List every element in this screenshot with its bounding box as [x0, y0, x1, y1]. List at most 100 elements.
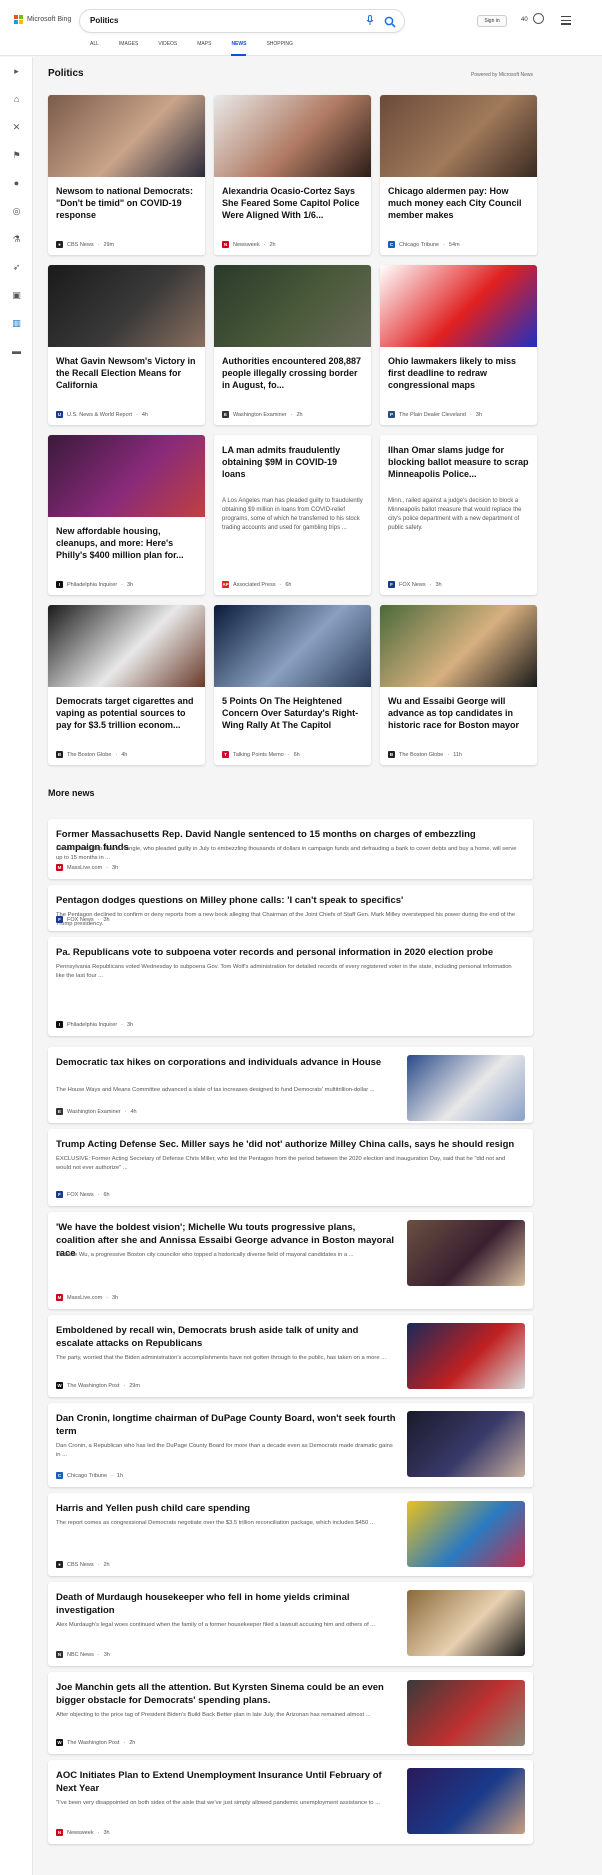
home-icon[interactable]: ⌂ [11, 94, 22, 105]
source-row[interactable]: F FOX News · 6h [56, 1191, 110, 1198]
news-card-title[interactable]: Ilhan Omar slams judge for blocking ball… [388, 444, 529, 480]
news-card[interactable]: Democrats target cigarettes and vaping a… [48, 605, 205, 765]
more-news-item[interactable]: Death of Murdaugh housekeeper who fell i… [48, 1582, 533, 1666]
source-name[interactable]: Newsweek [233, 242, 260, 248]
more-news-thumbnail[interactable] [407, 1323, 525, 1389]
source-name[interactable]: Associated Press [233, 582, 276, 588]
news-card[interactable]: New affordable housing, cleanups, and mo… [48, 435, 205, 595]
news-card[interactable]: Ilhan Omar slams judge for blocking ball… [380, 435, 537, 595]
more-news-title[interactable]: Emboldened by recall win, Democrats brus… [56, 1324, 396, 1350]
flag-icon[interactable]: ⚑ [11, 150, 22, 161]
source-row[interactable]: U U.S. News & World Report · 4h [56, 411, 148, 418]
more-news-thumbnail[interactable] [407, 1055, 525, 1121]
more-news-item[interactable]: Emboldened by recall win, Democrats brus… [48, 1315, 533, 1397]
source-row[interactable]: W The Washington Post · 29m [56, 1382, 140, 1389]
news-card-image[interactable] [380, 95, 537, 177]
more-news-title[interactable]: Democratic tax hikes on corporations and… [56, 1056, 396, 1069]
news-card[interactable]: Ohio lawmakers likely to miss first dead… [380, 265, 537, 425]
source-row[interactable]: B The Boston Globe · 4h [56, 751, 127, 758]
source-name[interactable]: MassLive.com [67, 1295, 102, 1301]
more-news-item[interactable]: Trump Acting Defense Sec. Miller says he… [48, 1129, 533, 1206]
news-card-image[interactable] [48, 265, 205, 347]
more-news-item[interactable]: Joe Manchin gets all the attention. But … [48, 1672, 533, 1754]
news-card-title[interactable]: Newsom to national Democrats: "Don't be … [56, 185, 197, 221]
source-row[interactable]: I Philadelphia Inquirer · 3h [56, 581, 133, 588]
source-row[interactable]: B The Boston Globe · 11h [388, 751, 462, 758]
more-news-title[interactable]: Joe Manchin gets all the attention. But … [56, 1681, 396, 1707]
news-card-title[interactable]: What Gavin Newsom's Victory in the Recal… [56, 355, 197, 391]
tab-images[interactable]: IMAGES [119, 41, 138, 56]
source-name[interactable]: Newsweek [67, 1830, 94, 1836]
globe-icon[interactable]: ◎ [11, 206, 22, 217]
news-card-image[interactable] [48, 435, 205, 517]
source-row[interactable]: AP Associated Press · 6h [222, 581, 291, 588]
media-icon[interactable]: ▣ [11, 290, 22, 301]
news-card-image[interactable] [214, 605, 371, 687]
more-news-item[interactable]: Former Massachusetts Rep. David Nangle s… [48, 819, 533, 879]
source-name[interactable]: The Boston Globe [399, 752, 443, 758]
more-news-title[interactable]: Trump Acting Defense Sec. Miller says he… [56, 1138, 521, 1151]
news-card[interactable]: Authorities encountered 208,887 people i… [214, 265, 371, 425]
source-row[interactable]: E Washington Examiner · 4h [56, 1108, 137, 1115]
source-row[interactable]: P The Plain Dealer Cleveland · 3h [388, 411, 482, 418]
news-card-title[interactable]: Authorities encountered 208,887 people i… [222, 355, 363, 391]
source-name[interactable]: Philadelphia Inquirer [67, 582, 117, 588]
news-card-title[interactable]: Chicago aldermen pay: How much money eac… [388, 185, 529, 221]
news-card-image[interactable] [380, 605, 537, 687]
source-name[interactable]: CBS News [67, 242, 94, 248]
expand-icon[interactable]: ▸ [11, 66, 22, 77]
more-news-thumbnail[interactable] [407, 1680, 525, 1746]
science-icon[interactable]: ⚗ [11, 234, 22, 245]
source-name[interactable]: NBC News [67, 1652, 94, 1658]
search-input[interactable]: Politics [90, 16, 118, 25]
source-row[interactable]: M MassLive.com · 3h [56, 1294, 118, 1301]
source-name[interactable]: Chicago Tribune [67, 1473, 107, 1479]
source-row[interactable]: F FOX News · 3h [388, 581, 442, 588]
source-name[interactable]: MassLive.com [67, 865, 102, 871]
card-icon[interactable]: ▬ [11, 346, 22, 357]
source-name[interactable]: FOX News [399, 582, 426, 588]
news-card-title[interactable]: New affordable housing, cleanups, and mo… [56, 525, 197, 561]
news-card-title[interactable]: 5 Points On The Heightened Concern Over … [222, 695, 363, 731]
more-news-item[interactable]: Dan Cronin, longtime chairman of DuPage … [48, 1403, 533, 1487]
news-card-image[interactable] [380, 265, 537, 347]
location-icon[interactable]: ● [11, 178, 22, 189]
sign-in-button[interactable]: Sign in [477, 15, 507, 27]
news-card-image[interactable] [48, 605, 205, 687]
more-news-thumbnail[interactable] [407, 1590, 525, 1656]
news-card[interactable]: LA man admits fraudulently obtaining $9M… [214, 435, 371, 595]
search-box[interactable]: Politics [80, 10, 404, 32]
news-card[interactable]: 5 Points On The Heightened Concern Over … [214, 605, 371, 765]
source-name[interactable]: The Washington Post [67, 1740, 119, 1746]
source-name[interactable]: U.S. News & World Report [67, 412, 132, 418]
source-row[interactable]: E Washington Examiner · 2h [222, 411, 303, 418]
source-row[interactable]: N NBC News · 3h [56, 1651, 110, 1658]
more-news-title[interactable]: AOC Initiates Plan to Extend Unemploymen… [56, 1769, 396, 1795]
news-card-image[interactable] [48, 95, 205, 177]
news-card-title[interactable]: Democrats target cigarettes and vaping a… [56, 695, 197, 731]
tab-all[interactable]: ALL [90, 41, 99, 56]
source-row[interactable]: T Talking Points Memo · 6h [222, 751, 300, 758]
source-name[interactable]: Talking Points Memo [233, 752, 284, 758]
building-icon[interactable]: ▥ [11, 318, 22, 329]
bing-logo[interactable]: Microsoft Bing [14, 15, 71, 24]
news-card[interactable]: What Gavin Newsom's Victory in the Recal… [48, 265, 205, 425]
source-row[interactable]: ● CBS News · 2h [56, 1561, 110, 1568]
source-row[interactable]: F FOX News · 3h [56, 916, 110, 923]
more-news-item[interactable]: AOC Initiates Plan to Extend Unemploymen… [48, 1760, 533, 1844]
rewards-trophy-icon[interactable] [533, 13, 544, 24]
news-card[interactable]: Chicago aldermen pay: How much money eac… [380, 95, 537, 255]
source-row[interactable]: N Newsweek · 2h [222, 241, 276, 248]
more-news-title[interactable]: Pentagon dodges questions on Milley phon… [56, 894, 521, 907]
source-row[interactable]: I Philadelphia Inquirer · 3h [56, 1021, 133, 1028]
source-name[interactable]: FOX News [67, 917, 94, 923]
more-news-item[interactable]: Pentagon dodges questions on Milley phon… [48, 885, 533, 931]
more-news-title[interactable]: Dan Cronin, longtime chairman of DuPage … [56, 1412, 396, 1438]
tab-news[interactable]: NEWS [231, 41, 247, 56]
more-news-title[interactable]: Death of Murdaugh housekeeper who fell i… [56, 1591, 396, 1617]
source-row[interactable]: C Chicago Tribune · 1h [56, 1472, 123, 1479]
source-name[interactable]: Chicago Tribune [399, 242, 439, 248]
source-name[interactable]: Philadelphia Inquirer [67, 1022, 117, 1028]
source-row[interactable]: C Chicago Tribune · 54m [388, 241, 460, 248]
tools-icon[interactable]: ✕ [11, 122, 22, 133]
